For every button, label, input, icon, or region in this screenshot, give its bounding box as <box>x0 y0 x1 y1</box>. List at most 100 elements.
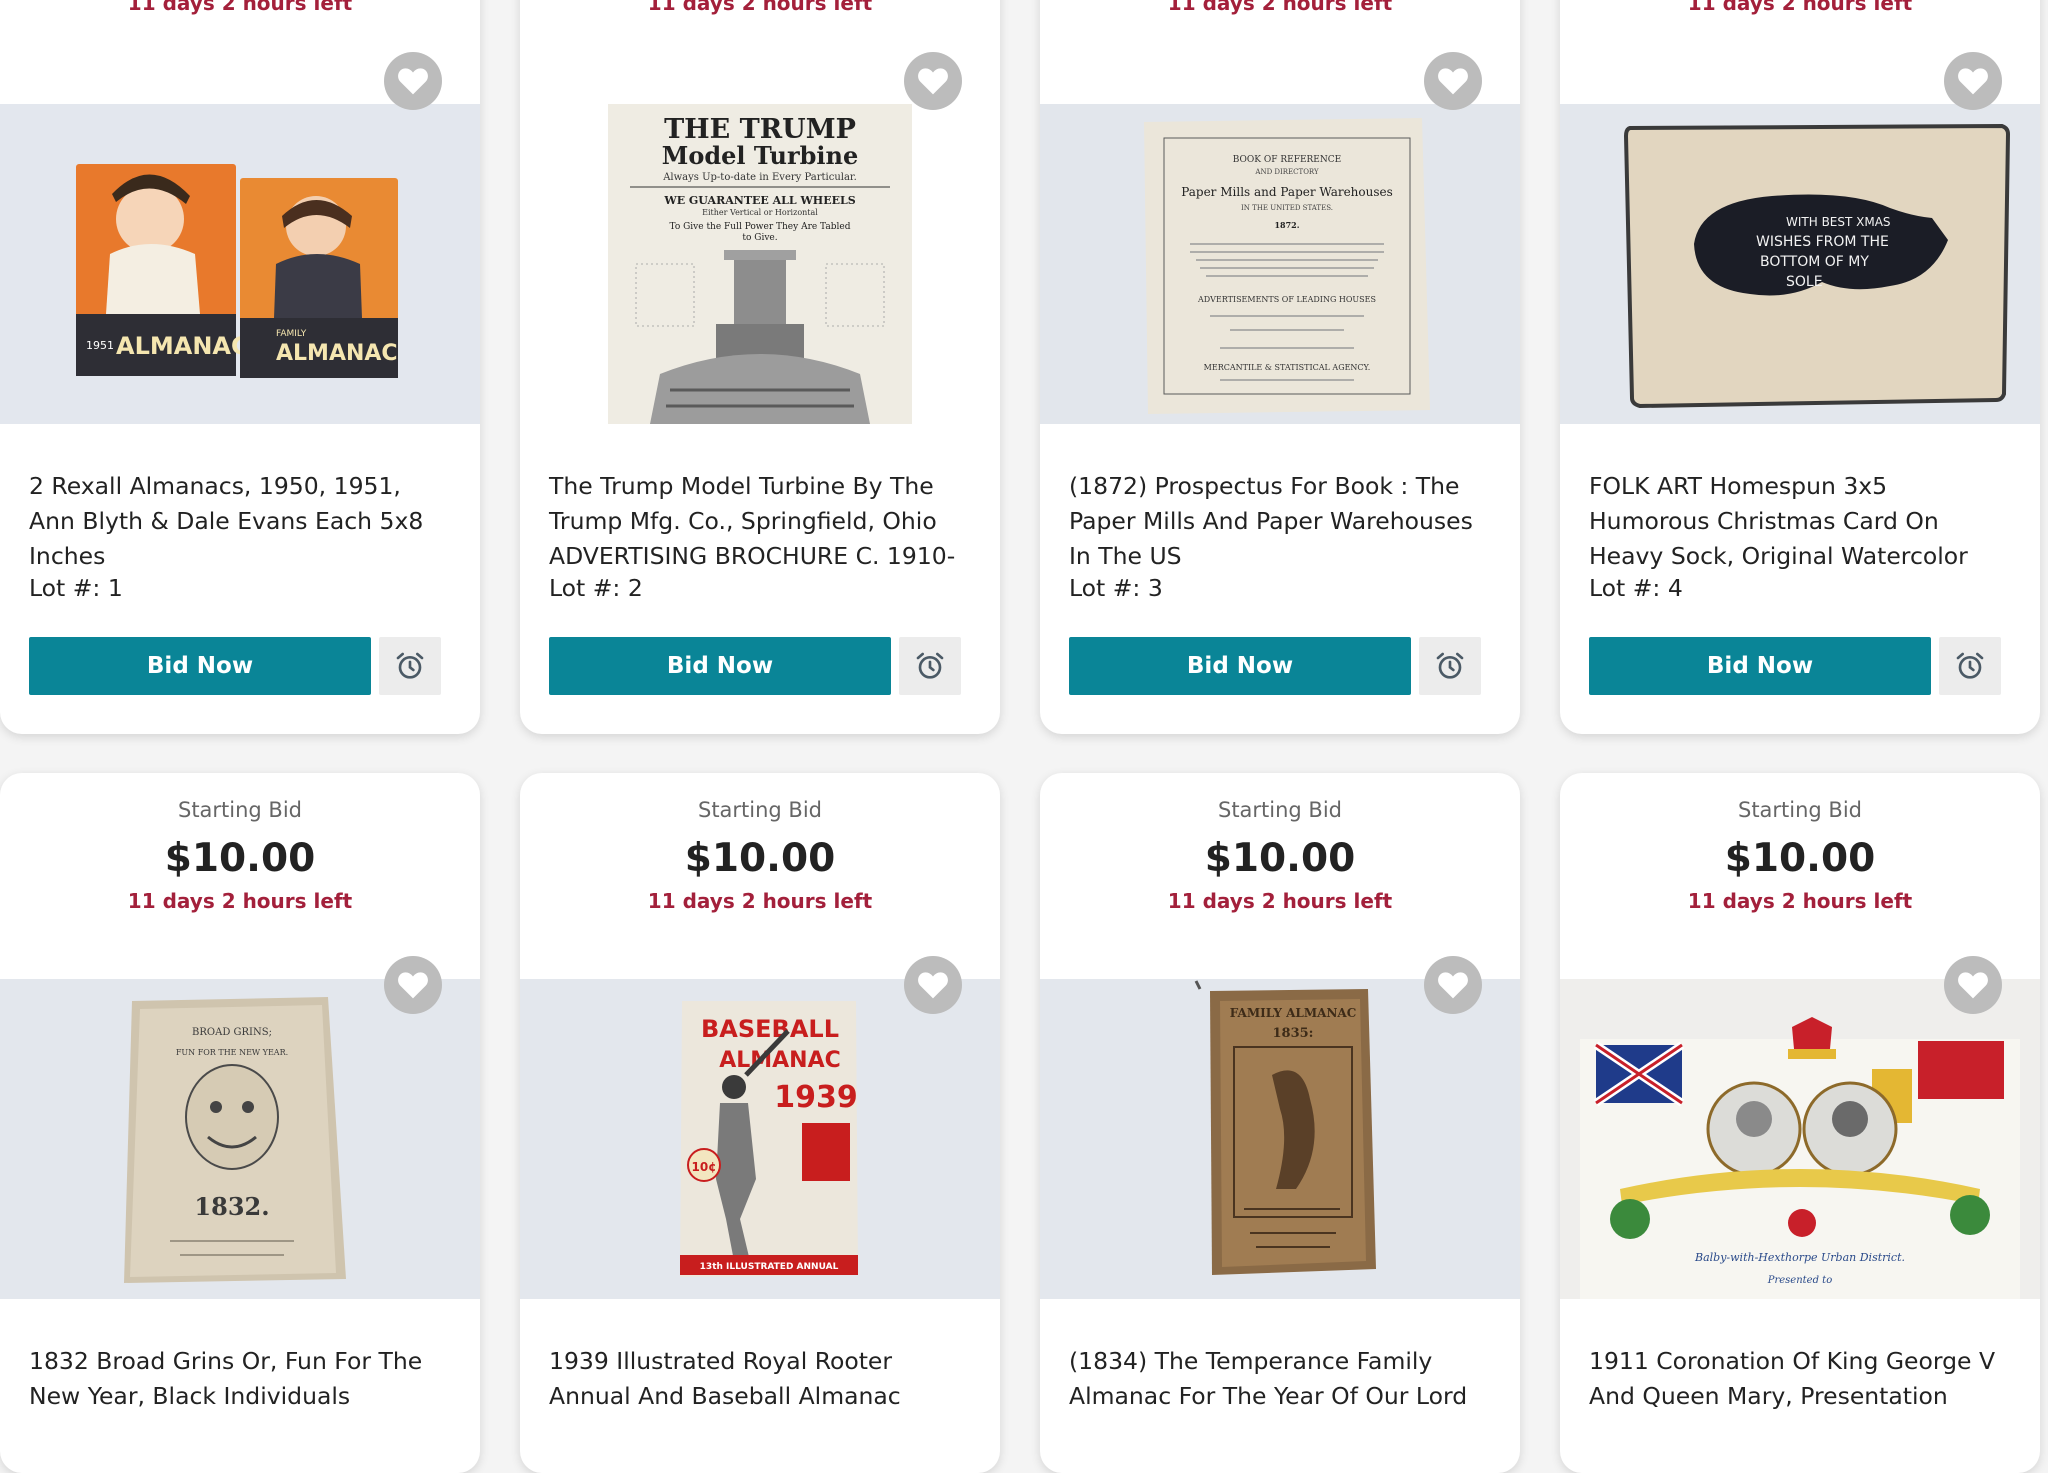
image-line3: BOTTOM OF MY <box>1760 254 1869 270</box>
svg-text:ALMANAC: ALMANAC <box>276 341 398 366</box>
lot-title[interactable]: 1939 Illustrated Royal Rooter Annual And… <box>549 1344 974 1414</box>
baseball-almanac-photo: BASEBALL ALMANAC 1939 10¢ 13th ILLUSTRAT… <box>520 979 1000 1299</box>
broad-grins-photo: BROAD GRINS; FUN FOR THE NEW YEAR. 1832. <box>0 979 480 1299</box>
image-price: 10¢ <box>691 1160 716 1174</box>
time-left: 11 days 2 hours left <box>1167 0 1393 15</box>
favorite-button[interactable] <box>904 52 962 110</box>
image-line4: WE GUARANTEE ALL WHEELS <box>663 194 855 207</box>
reminder-button[interactable] <box>1419 637 1481 695</box>
starting-bid-label: Starting Bid <box>697 798 823 822</box>
lot-card[interactable]: Starting Bid $10.00 11 days 2 hours left… <box>520 773 1000 1473</box>
image-year: 1835: <box>1273 1026 1314 1041</box>
favorite-button[interactable] <box>1944 956 2002 1014</box>
favorite-button[interactable] <box>384 956 442 1014</box>
image-line6: ADVERTISEMENTS OF LEADING HOUSES <box>1197 295 1376 304</box>
image-year: 1939 <box>774 1080 858 1115</box>
lot-image[interactable]: BROAD GRINS; FUN FOR THE NEW YEAR. 1832. <box>0 979 480 1299</box>
alarm-clock-icon <box>1436 652 1464 679</box>
image-line2: FUN FOR THE NEW YEAR. <box>176 1048 288 1057</box>
alarm-clock-icon <box>916 652 944 679</box>
image-line1: Balby-with-Hexthorpe Urban District. <box>1694 1251 1905 1264</box>
almanac-photo: 1951 ALMANAC FAMILY ALMANAC <box>0 104 480 424</box>
image-line1: BROAD GRINS; <box>192 1027 272 1038</box>
lot-card[interactable]: 11 days 2 hours left BOOK OF REFERENCE A… <box>1040 0 1520 734</box>
lot-image[interactable]: WITH BEST XMAS WISHES FROM THE BOTTOM OF… <box>1560 104 2040 424</box>
lot-image[interactable]: BOOK OF REFERENCE AND DIRECTORY Paper Mi… <box>1040 104 1520 424</box>
image-line1: BASEBALL <box>701 1015 839 1043</box>
heart-icon <box>1438 68 1468 95</box>
lot-card[interactable]: 11 days 2 hours left WITH BEST XMAS WISH… <box>1560 0 2040 734</box>
lot-image[interactable]: BASEBALL ALMANAC 1939 10¢ 13th ILLUSTRAT… <box>520 979 1000 1299</box>
image-line3: Always Up-to-date in Every Particular. <box>662 172 857 183</box>
image-line6: To Give the Full Power They Are Tabled <box>670 222 851 232</box>
heart-icon <box>918 972 948 999</box>
time-left: 11 days 2 hours left <box>1167 889 1393 913</box>
time-left: 11 days 2 hours left <box>647 0 873 15</box>
heart-icon <box>918 68 948 95</box>
time-left: 11 days 2 hours left <box>647 889 873 913</box>
lot-title[interactable]: The Trump Model Turbine By The Trump Mfg… <box>549 469 974 574</box>
coronation-certificate-photo: Balby-with-Hexthorpe Urban District. Pre… <box>1560 979 2040 1299</box>
bid-now-button[interactable]: Bid Now <box>549 637 891 695</box>
lot-image[interactable]: THE TRUMP Model Turbine Always Up-to-dat… <box>520 104 1000 424</box>
image-line3: Paper Mills and Paper Warehouses <box>1181 185 1393 199</box>
image-banner: 13th ILLUSTRATED ANNUAL <box>700 1262 839 1272</box>
turbine-brochure-photo: THE TRUMP Model Turbine Always Up-to-dat… <box>608 104 912 424</box>
alarm-clock-icon <box>396 652 424 679</box>
lot-title[interactable]: (1834) The Temperance Family Almanac For… <box>1069 1344 1494 1414</box>
image-line7: to Give. <box>742 233 777 243</box>
prospectus-photo: BOOK OF REFERENCE AND DIRECTORY Paper Mi… <box>1040 104 1520 424</box>
favorite-button[interactable] <box>384 52 442 110</box>
lot-card[interactable]: Starting Bid $10.00 11 days 2 hours left… <box>1040 773 1520 1473</box>
lot-image[interactable]: FAMILY ALMANAC 1835: <box>1040 979 1520 1299</box>
image-line2: WISHES FROM THE <box>1756 234 1889 250</box>
bid-now-button[interactable]: Bid Now <box>29 637 371 695</box>
image-line1: BOOK OF REFERENCE <box>1233 155 1341 165</box>
alarm-clock-icon <box>1956 652 1984 679</box>
heart-icon <box>398 68 428 95</box>
time-left: 11 days 2 hours left <box>127 0 353 15</box>
heart-icon <box>1438 972 1468 999</box>
lot-title[interactable]: 1832 Broad Grins Or, Fun For The New Yea… <box>29 1344 454 1414</box>
favorite-button[interactable] <box>1424 52 1482 110</box>
lot-card[interactable]: Starting Bid $10.00 11 days 2 hours left… <box>0 773 480 1473</box>
starting-bid-amount: $10.00 <box>1724 836 1876 881</box>
starting-bid-amount: $10.00 <box>684 836 836 881</box>
reminder-button[interactable] <box>899 637 961 695</box>
lot-image[interactable]: Balby-with-Hexthorpe Urban District. Pre… <box>1560 979 2040 1299</box>
starting-bid-label: Starting Bid <box>1737 798 1863 822</box>
lot-card[interactable]: 11 days 2 hours left 1951 ALMANAC FAMILY… <box>0 0 480 734</box>
image-line2: AND DIRECTORY <box>1254 168 1319 176</box>
image-line4: SOLE <box>1786 274 1823 290</box>
starting-bid-label: Starting Bid <box>1217 798 1343 822</box>
lot-card[interactable]: Starting Bid $10.00 11 days 2 hours left… <box>1560 773 2040 1473</box>
heart-icon <box>1958 972 1988 999</box>
image-line2: ALMANAC <box>719 1048 841 1073</box>
image-line5: Either Vertical or Horizontal <box>702 208 818 217</box>
bid-now-button[interactable]: Bid Now <box>1589 637 1931 695</box>
time-left: 11 days 2 hours left <box>127 889 353 913</box>
heart-icon <box>398 972 428 999</box>
image-year: 1832. <box>194 1192 269 1221</box>
bid-now-button[interactable]: Bid Now <box>1069 637 1411 695</box>
image-line4: IN THE UNITED STATES. <box>1241 204 1333 212</box>
favorite-button[interactable] <box>1944 52 2002 110</box>
lot-number: Lot #: 4 <box>1589 574 1683 602</box>
lot-title[interactable]: FOLK ART Homespun 3x5 Humorous Christmas… <box>1589 469 2014 574</box>
lot-image[interactable]: 1951 ALMANAC FAMILY ALMANAC <box>0 104 480 424</box>
favorite-button[interactable] <box>1424 956 1482 1014</box>
reminder-button[interactable] <box>1939 637 2001 695</box>
image-family: FAMILY <box>276 329 307 339</box>
lot-number: Lot #: 3 <box>1069 574 1163 602</box>
image-word: ALMANAC <box>116 332 249 360</box>
heart-icon <box>1958 68 1988 95</box>
image-line1: WITH BEST XMAS <box>1786 215 1891 229</box>
reminder-button[interactable] <box>379 637 441 695</box>
lot-number: Lot #: 2 <box>549 574 643 602</box>
lot-title[interactable]: (1872) Prospectus For Book : The Paper M… <box>1069 469 1494 574</box>
lot-card[interactable]: 11 days 2 hours left THE TRUMP Model Tur… <box>520 0 1000 734</box>
favorite-button[interactable] <box>904 956 962 1014</box>
lot-title[interactable]: 1911 Coronation Of King George V And Que… <box>1589 1344 2014 1414</box>
starting-bid-amount: $10.00 <box>1204 836 1356 881</box>
lot-title[interactable]: 2 Rexall Almanacs, 1950, 1951, Ann Blyth… <box>29 469 454 574</box>
